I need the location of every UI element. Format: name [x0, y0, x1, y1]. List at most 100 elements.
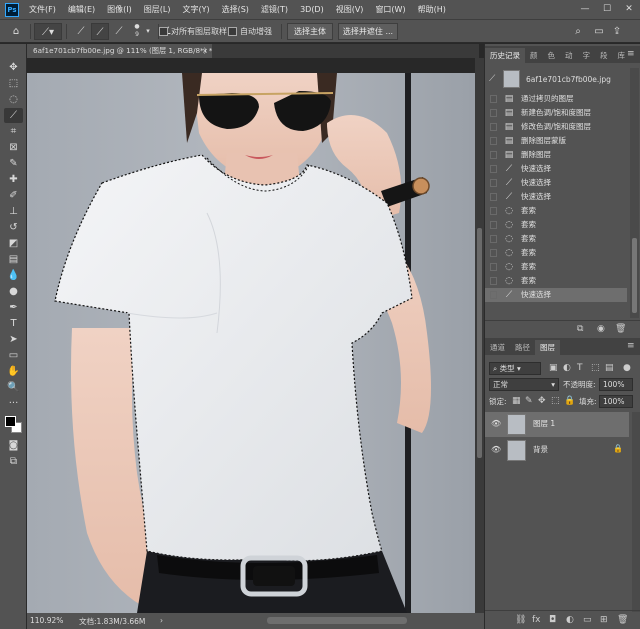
filter-shape-icon[interactable]: ⬚	[591, 363, 600, 374]
menu-view[interactable]: 视图(V)	[330, 4, 370, 15]
history-item[interactable]: ▤ 修改色调/饱和度图层	[485, 120, 627, 134]
lock-pixels-icon[interactable]: ✎	[525, 396, 533, 407]
layers-panel-menu-icon[interactable]: ≡	[627, 341, 635, 352]
tab-actions[interactable]: 动	[560, 48, 578, 63]
history-item[interactable]: ◌ 套索	[485, 246, 627, 260]
marquee-tool-icon[interactable]: ⬚	[4, 76, 23, 91]
history-source-checkbox[interactable]	[490, 235, 497, 243]
eraser-tool-icon[interactable]: ◩	[4, 236, 23, 251]
tab-paths[interactable]: 路径	[510, 340, 535, 355]
history-source-checkbox[interactable]	[490, 123, 497, 131]
new-group-icon[interactable]: ▭	[583, 615, 592, 626]
zoom-tool-icon[interactable]: 🔍	[4, 380, 23, 395]
history-source-checkbox[interactable]	[490, 165, 497, 173]
screen-mode-icon[interactable]: ⧉	[4, 454, 23, 469]
lock-all-icon[interactable]: 🔒	[564, 396, 575, 407]
select-and-mask-button[interactable]: 选择并遮住 ...	[338, 23, 398, 40]
history-source-checkbox[interactable]	[490, 193, 497, 201]
gradient-tool-icon[interactable]: ▤	[4, 252, 23, 267]
horizontal-scrollbar-thumb[interactable]	[267, 617, 407, 624]
history-item[interactable]: ◌ 套索	[485, 218, 627, 232]
layer-row[interactable]: 👁 背景 🔒	[485, 438, 629, 463]
brush-size-picker[interactable]: ● 9	[131, 23, 143, 40]
add-to-selection-icon[interactable]: ⟋	[91, 23, 109, 40]
layer-name[interactable]: 背景	[533, 444, 548, 455]
history-item[interactable]: ▤ 新建色调/饱和度图层	[485, 106, 627, 120]
panel-menu-icon[interactable]: ≡	[627, 49, 635, 60]
filter-type-icon[interactable]: T	[577, 363, 583, 374]
tab-color[interactable]: 颜	[525, 48, 543, 63]
menu-file[interactable]: 文件(F)	[23, 4, 62, 15]
menu-layer[interactable]: 图层(L)	[138, 4, 177, 15]
history-brush-tool-icon[interactable]: ↺	[4, 220, 23, 235]
workspace-icon[interactable]: ▭	[592, 23, 606, 40]
layer-row[interactable]: 👁 图层 1	[485, 412, 629, 437]
type-tool-icon[interactable]: T	[4, 316, 23, 331]
history-scrollbar[interactable]	[630, 68, 639, 318]
lock-transparent-icon[interactable]: ▦	[512, 396, 521, 407]
camera-icon[interactable]: ◉	[597, 324, 605, 335]
filter-smart-object-icon[interactable]: ▤	[605, 363, 614, 374]
filter-toggle-icon[interactable]: ●	[623, 363, 631, 374]
history-source-checkbox[interactable]	[490, 95, 497, 103]
history-scrollbar-thumb[interactable]	[632, 238, 637, 313]
menu-3d[interactable]: 3D(D)	[294, 5, 330, 14]
dodge-tool-icon[interactable]: ●	[4, 284, 23, 299]
tab-paragraph[interactable]: 段	[595, 48, 613, 63]
frame-tool-icon[interactable]: ⊠	[4, 140, 23, 155]
share-icon[interactable]: ⇪	[610, 23, 624, 40]
lock-position-icon[interactable]: ✥	[538, 396, 546, 407]
tool-preset-picker[interactable]: ⟋▾	[34, 23, 62, 40]
brush-tool-icon[interactable]: ✐	[4, 188, 23, 203]
lock-artboard-icon[interactable]: ⬚	[551, 396, 560, 407]
more-tools-icon[interactable]: ···	[4, 396, 23, 411]
history-item[interactable]: ▤ 删除图层蒙版	[485, 134, 627, 148]
visibility-eye-icon[interactable]: 👁	[491, 419, 501, 428]
filter-adjustment-icon[interactable]: ◐	[563, 363, 571, 374]
history-item[interactable]: ⟋ 快速选择	[485, 190, 627, 204]
sample-all-layers-checkbox[interactable]	[159, 27, 168, 36]
history-source-checkbox[interactable]	[490, 137, 497, 145]
history-brush-source-icon[interactable]: ⟋	[489, 74, 495, 85]
subtract-from-selection-icon[interactable]: ⟋	[110, 23, 128, 40]
history-item[interactable]: ⟋ 快速选择	[485, 162, 627, 176]
history-item[interactable]: ◌ 套索	[485, 260, 627, 274]
quick-mask-icon[interactable]: ◙	[4, 438, 23, 453]
new-layer-icon[interactable]: ⊞	[600, 615, 608, 626]
new-document-from-state-icon[interactable]: ⧉	[577, 324, 583, 335]
home-icon[interactable]: ⌂	[6, 23, 26, 40]
history-item[interactable]: ▤ 通过拷贝的图层	[485, 92, 627, 106]
menu-select[interactable]: 选择(S)	[216, 4, 255, 15]
history-source-checkbox[interactable]	[490, 263, 497, 271]
new-selection-icon[interactable]: ⟋	[72, 23, 90, 40]
quick-select-tool-icon[interactable]: ⟋	[4, 108, 23, 123]
document-canvas[interactable]	[27, 73, 475, 613]
menu-window[interactable]: 窗口(W)	[369, 4, 411, 15]
adjustment-layer-icon[interactable]: ◐	[566, 615, 574, 626]
close-window-button[interactable]: ✕	[618, 0, 640, 19]
path-select-tool-icon[interactable]: ➤	[4, 332, 23, 347]
tab-history[interactable]: 历史记录	[485, 48, 525, 63]
history-source-checkbox[interactable]	[490, 179, 497, 187]
blur-tool-icon[interactable]: 💧	[4, 268, 23, 283]
history-item[interactable]: ◌ 套索	[485, 232, 627, 246]
history-item[interactable]: ⟋ 快速选择	[485, 176, 627, 190]
menu-help[interactable]: 帮助(H)	[412, 4, 452, 15]
menu-image[interactable]: 图像(I)	[101, 4, 138, 15]
history-item[interactable]: ⟋ 快速选择	[485, 288, 627, 302]
menu-filter[interactable]: 滤镜(T)	[255, 4, 294, 15]
opacity-input[interactable]: 100%	[599, 378, 633, 391]
tab-channels[interactable]: 通道	[485, 340, 510, 355]
lasso-tool-icon[interactable]: ◌	[4, 92, 23, 107]
fill-input[interactable]: 100%	[599, 395, 633, 408]
stamp-tool-icon[interactable]: ⊥	[4, 204, 23, 219]
history-item[interactable]: ◌ 套索	[485, 204, 627, 218]
visibility-eye-icon[interactable]: 👁	[491, 445, 501, 454]
status-menu-icon[interactable]: ›	[160, 616, 163, 625]
move-tool-icon[interactable]: ✥	[4, 60, 23, 75]
close-tab-icon[interactable]: ×	[202, 44, 208, 58]
history-source-checkbox[interactable]	[490, 207, 497, 215]
filter-pixel-icon[interactable]: ▣	[549, 363, 558, 374]
history-item[interactable]: ◌ 套索	[485, 274, 627, 288]
pen-tool-icon[interactable]: ✒	[4, 300, 23, 315]
